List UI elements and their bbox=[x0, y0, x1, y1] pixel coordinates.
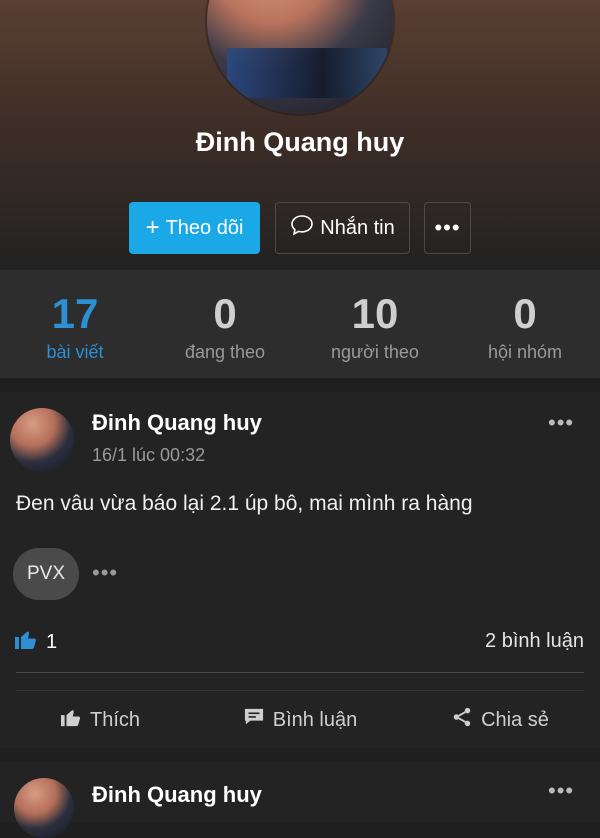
like-label: Thích bbox=[89, 708, 141, 731]
more-dots-icon: ••• bbox=[434, 215, 461, 240]
comment-icon bbox=[243, 707, 265, 733]
post-actions: Thích Bình luận Chia sẻ bbox=[0, 698, 600, 742]
like-button[interactable]: Thích bbox=[0, 698, 200, 742]
stat-posts[interactable]: 17 bài viết bbox=[0, 270, 150, 378]
post-author-avatar[interactable] bbox=[10, 408, 74, 472]
profile-more-button[interactable]: ••• bbox=[424, 202, 471, 254]
stat-label: người theo bbox=[331, 342, 419, 362]
follow-button[interactable]: + Theo dõi bbox=[129, 202, 260, 254]
divider bbox=[16, 672, 584, 673]
share-icon bbox=[451, 706, 473, 734]
post-timestamp[interactable]: 16/1 lúc 00:32 bbox=[92, 445, 205, 466]
follow-label: Theo dõi bbox=[165, 216, 244, 239]
post-more-button[interactable]: ••• bbox=[548, 778, 574, 804]
stat-value: 0 bbox=[213, 290, 237, 337]
profile-avatar[interactable] bbox=[207, 0, 393, 114]
message-button[interactable]: Nhắn tin bbox=[275, 202, 410, 254]
avatar-photo-detail bbox=[227, 48, 387, 98]
post-author-name[interactable]: Đinh Quang huy bbox=[92, 410, 262, 436]
post-card: Đinh Quang huy ••• bbox=[0, 762, 600, 838]
comment-count[interactable]: 2 bình luận bbox=[485, 630, 584, 653]
share-button[interactable]: Chia sẻ bbox=[400, 698, 600, 742]
stat-following[interactable]: 0 đang theo bbox=[150, 270, 300, 378]
tag-more-button[interactable]: ••• bbox=[92, 560, 118, 586]
post-card: Đinh Quang huy 16/1 lúc 00:32 ••• Đen vâ… bbox=[0, 392, 600, 748]
like-summary[interactable]: 1 bbox=[14, 628, 57, 656]
comment-label: Bình luận bbox=[272, 708, 358, 731]
chat-bubble-icon bbox=[290, 214, 314, 242]
post-more-button[interactable]: ••• bbox=[548, 410, 574, 436]
tag-chip[interactable]: PVX bbox=[13, 548, 79, 600]
post-text: Đen vâu vừa báo lại 2.1 úp bô, mai mình … bbox=[16, 492, 473, 515]
stat-groups[interactable]: 0 hội nhóm bbox=[450, 270, 600, 378]
stat-value: 0 bbox=[513, 290, 537, 337]
divider bbox=[16, 690, 584, 691]
profile-name: Đinh Quang huy bbox=[195, 127, 405, 157]
thumbs-up-icon bbox=[14, 628, 38, 656]
stat-label: đang theo bbox=[184, 342, 266, 362]
stat-label: hội nhóm bbox=[487, 342, 563, 362]
share-label: Chia sẻ bbox=[481, 708, 549, 731]
stat-followers[interactable]: 10 người theo bbox=[300, 270, 450, 378]
profile-header: Đinh Quang huy + Theo dõi Nhắn tin ••• bbox=[0, 0, 600, 270]
stat-value: 17 bbox=[51, 290, 99, 337]
post-author-avatar[interactable] bbox=[14, 778, 74, 838]
profile-stats: 17 bài viết 0 đang theo 10 người theo 0 … bbox=[0, 270, 600, 378]
thumbs-up-icon bbox=[60, 707, 82, 733]
stat-label: bài viết bbox=[46, 342, 104, 362]
comment-button[interactable]: Bình luận bbox=[200, 698, 400, 742]
like-count: 1 bbox=[46, 630, 58, 653]
plus-icon: + bbox=[145, 214, 160, 241]
stat-value: 10 bbox=[351, 290, 399, 337]
post-author-name[interactable]: Đinh Quang huy bbox=[92, 782, 262, 808]
message-label: Nhắn tin bbox=[320, 216, 395, 239]
